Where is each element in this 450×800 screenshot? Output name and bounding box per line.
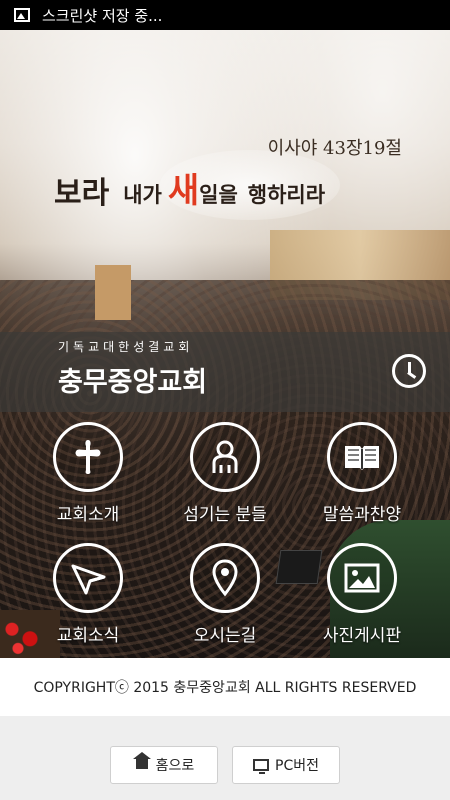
verse-accent: 새 bbox=[167, 171, 200, 211]
verse-text: 보라 내가 새 일을 행하리라 bbox=[54, 163, 325, 212]
bottom-bar: 홈으로 PC버전 bbox=[0, 716, 450, 800]
copyright-footer: COPYRIGHTⓒ 2015 충무중앙교회 ALL RIGHTS RESERV… bbox=[0, 658, 450, 716]
cross-icon bbox=[53, 422, 123, 492]
verse-part1: 보라 bbox=[54, 176, 110, 211]
menu-item-staff[interactable]: 섬기는 분들 bbox=[160, 422, 290, 532]
menu-item-directions[interactable]: 오시는길 bbox=[160, 543, 290, 653]
verse-reference: 이사야 43장19절 bbox=[267, 138, 402, 159]
menu-item-sermon[interactable]: 말씀과찬양 bbox=[297, 422, 427, 532]
location-pin-icon bbox=[190, 543, 260, 613]
status-bar: 스크린샷 저장 중... bbox=[0, 0, 450, 30]
book-icon bbox=[327, 422, 397, 492]
verse-part3: 일을 bbox=[199, 182, 238, 207]
church-name: 충무중앙교회 bbox=[58, 367, 208, 398]
menu-label: 말씀과찬양 bbox=[322, 505, 402, 525]
image-icon bbox=[327, 543, 397, 613]
menu-label: 교회소식 bbox=[56, 626, 120, 646]
menu-item-church-intro[interactable]: 교회소개 bbox=[23, 422, 153, 532]
pc-version-button[interactable]: PC버전 bbox=[232, 746, 340, 784]
home-button-label: 홈으로 bbox=[155, 758, 195, 774]
menu-label: 오시는길 bbox=[193, 626, 257, 646]
menu-item-photo-board[interactable]: 사진게시판 bbox=[297, 543, 427, 653]
verse-part4: 행하리라 bbox=[247, 182, 326, 207]
church-band: 기독교대한성결교회 충무중앙교회 bbox=[0, 332, 450, 412]
paper-plane-icon bbox=[53, 543, 123, 613]
menu-label: 교회소개 bbox=[56, 505, 120, 525]
pc-button-label: PC버전 bbox=[275, 758, 319, 774]
home-icon bbox=[132, 752, 151, 772]
home-button[interactable]: 홈으로 bbox=[110, 746, 218, 784]
menu-item-news[interactable]: 교회소식 bbox=[23, 543, 153, 653]
status-text: 스크린샷 저장 중... bbox=[42, 6, 163, 25]
menu-label: 섬기는 분들 bbox=[183, 505, 267, 525]
church-subtitle: 기독교대한성결교회 bbox=[58, 340, 194, 354]
monitor-icon bbox=[253, 759, 269, 774]
person-icon bbox=[190, 422, 260, 492]
clock-icon[interactable] bbox=[392, 354, 426, 388]
door bbox=[95, 265, 131, 320]
copyright-text: COPYRIGHTⓒ 2015 충무중앙교회 ALL RIGHTS RESERV… bbox=[33, 680, 417, 696]
hero-banner: 이사야 43장19절 보라 내가 새 일을 행하리라 기독교대한성결교회 충무중… bbox=[0, 30, 450, 658]
verse-part2: 내가 bbox=[123, 182, 162, 207]
menu-label: 사진게시판 bbox=[322, 626, 402, 646]
image-notification-icon bbox=[14, 8, 30, 22]
